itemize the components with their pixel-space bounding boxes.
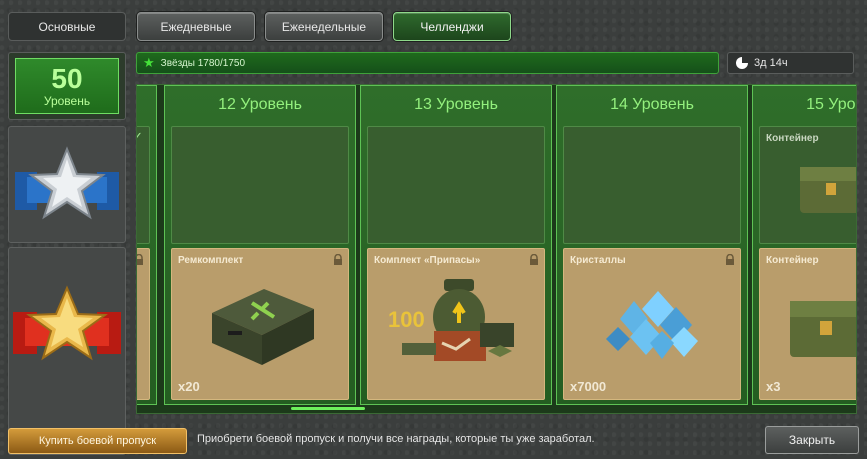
reward-quantity: x3 — [766, 379, 781, 394]
track-scroll-indicator[interactable] — [291, 407, 365, 410]
season-timer: 3д 14ч — [727, 52, 854, 74]
level-column-12: 12 Уровень Ремкомплект x20 — [164, 85, 356, 405]
free-reward-cell[interactable] — [171, 126, 349, 244]
level-title: 12 Уровень — [218, 96, 302, 113]
silver-star-rank-icon — [15, 146, 119, 220]
level-label: Уровень — [43, 94, 91, 108]
container-icon — [790, 301, 856, 357]
supplies-kit-icon: 100 — [388, 279, 514, 361]
level-title: 14 Уровень — [610, 96, 694, 113]
free-track-rank-card — [8, 126, 126, 243]
paid-reward-cell[interactable]: Комплект «Припасы» 100 — [367, 248, 545, 400]
reward-name: Контейнер — [766, 255, 819, 266]
lock-icon — [530, 254, 538, 265]
claimed-check-icon: ✓ — [137, 129, 143, 145]
reward-name: Комплект «Припасы» — [374, 255, 481, 266]
tab-challenges[interactable]: Челленджи — [393, 12, 511, 41]
star-icon: ★ — [143, 55, 155, 70]
level-column-13: 13 Уровень Комплект «Припасы» 100 — [360, 85, 552, 405]
level-column-14: 14 Уровень Кристаллы x7000 — [556, 85, 748, 405]
paid-reward-cell[interactable]: Ремкомплект x20 — [171, 248, 349, 400]
reward-name: Контейнер — [766, 133, 819, 144]
tab-weekly[interactable]: Еженедельные — [265, 12, 383, 41]
level-column-11: ✓ — [137, 85, 157, 405]
tab-basic[interactable]: Основные — [8, 12, 126, 41]
lock-icon — [334, 254, 342, 265]
repair-kit-icon — [212, 289, 314, 365]
close-button[interactable]: Закрыть — [765, 426, 859, 454]
crystals-icon — [606, 291, 698, 359]
level-title: 15 Уровень — [806, 96, 856, 113]
reward-name: Кристаллы — [570, 255, 626, 266]
buy-battle-pass-button[interactable]: Купить боевой пропуск — [8, 428, 187, 454]
reward-quantity: x20 — [178, 379, 200, 394]
season-timer-text: 3д 14ч — [754, 57, 788, 69]
lock-icon — [137, 254, 143, 265]
free-reward-cell[interactable] — [563, 126, 741, 244]
svg-text:100: 100 — [388, 307, 425, 332]
rewards-track[interactable]: ✓ 12 Уровень Ремкомплект x20 13 Уровень … — [136, 84, 857, 414]
level-column-15: 15 Уровень Контейнер Контейнер x3 — [752, 85, 856, 405]
level-number: 50 — [51, 63, 83, 94]
stars-progress-text: Звёзды 1780/1750 — [160, 57, 246, 69]
clock-icon — [736, 57, 748, 69]
gold-star-rank-icon — [13, 285, 121, 361]
paid-reward-cell[interactable]: Контейнер x3 — [759, 248, 856, 400]
container-icon — [800, 167, 856, 213]
reward-quantity: x7000 — [570, 379, 607, 394]
free-reward-cell[interactable] — [367, 126, 545, 244]
lock-icon — [726, 254, 734, 265]
stars-progress-bar: ★ Звёзды 1780/1750 — [136, 52, 719, 74]
level-title: 13 Уровень — [414, 96, 498, 113]
paid-reward-cell[interactable]: Кристаллы x7000 — [563, 248, 741, 400]
paid-reward-cell[interactable] — [137, 248, 150, 400]
reward-name: Ремкомплект — [178, 255, 244, 266]
paid-track-rank-card — [8, 247, 126, 455]
tab-daily[interactable]: Ежедневные — [137, 12, 255, 41]
free-reward-cell[interactable]: ✓ — [137, 126, 150, 244]
level-panel: 50 Уровень — [8, 52, 126, 120]
battle-pass-hint: Приобрети боевой пропуск и получи все на… — [197, 433, 595, 445]
free-reward-cell[interactable]: Контейнер — [759, 126, 856, 244]
